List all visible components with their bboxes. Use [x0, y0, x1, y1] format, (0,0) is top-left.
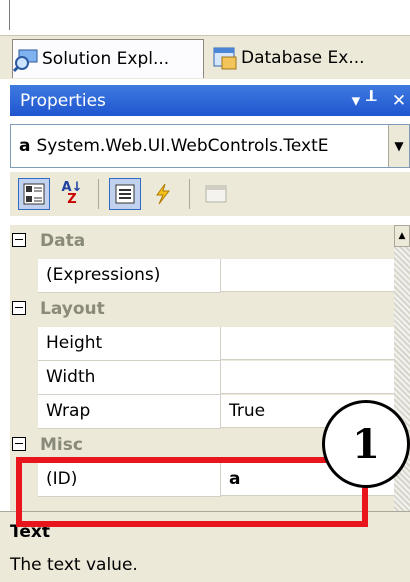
selected-object: a System.Web.UI.WebControls.TextE [11, 136, 388, 156]
sort-z-label: Z [67, 192, 77, 207]
property-value[interactable] [221, 361, 394, 394]
tab-database-explorer[interactable]: Database Ex... [212, 40, 408, 76]
chevron-down-icon[interactable]: ▼ [388, 125, 409, 167]
property-value[interactable] [221, 259, 394, 292]
property-row-width[interactable]: Width [10, 361, 394, 395]
pin-icon[interactable]: ▾ ┸ [340, 91, 388, 111]
annotation-highlight-box [16, 457, 368, 527]
collapse-icon[interactable] [12, 233, 26, 247]
events-icon[interactable] [147, 178, 179, 210]
categorized-icon[interactable] [18, 178, 50, 210]
properties-toolbar: A↓ Z [10, 172, 410, 216]
alphabetical-icon[interactable]: A↓ Z [56, 178, 88, 210]
top-strip [0, 0, 410, 35]
object-type: System.Web.UI.WebControls.TextE [36, 136, 329, 156]
object-name: a [19, 136, 31, 156]
property-name: Wrap [38, 395, 221, 429]
properties-title-bar[interactable]: Properties ▾ ┸ ✕ [10, 85, 410, 116]
toolbar-separator [98, 179, 99, 209]
tab-label: Database Ex... [241, 48, 365, 68]
category-label: Misc [40, 435, 83, 455]
collapse-icon[interactable] [12, 301, 26, 315]
object-selector-dropdown[interactable]: a System.Web.UI.WebControls.TextE ▼ [10, 124, 410, 168]
category-label: Layout [40, 299, 105, 319]
category-data[interactable]: Data [10, 225, 394, 259]
close-icon[interactable]: ✕ [388, 91, 410, 111]
divider [9, 0, 10, 30]
tab-solution-explorer[interactable]: Solution Expl... [12, 39, 204, 78]
property-row-height[interactable]: Height [10, 327, 394, 361]
property-pages-icon[interactable] [200, 178, 232, 210]
description-text: The text value. [10, 555, 138, 575]
tool-window-tabstrip: Solution Expl... Database Ex... [0, 35, 410, 79]
scroll-up-icon[interactable]: ▲ [394, 225, 410, 247]
collapse-icon[interactable] [12, 437, 26, 451]
property-name: (Expressions) [38, 259, 221, 293]
database-explorer-icon [212, 45, 238, 71]
properties-icon[interactable] [109, 178, 141, 210]
property-name: Width [38, 361, 221, 395]
annotation-callout: 1 [322, 400, 410, 488]
panel-title: Properties [20, 90, 106, 111]
toolbar-separator [189, 179, 190, 209]
callout-number: 1 [352, 420, 380, 468]
category-label: Data [40, 231, 86, 251]
tab-label: Solution Expl... [42, 49, 170, 69]
property-row-expressions[interactable]: (Expressions) [10, 259, 394, 293]
solution-explorer-icon [12, 46, 39, 73]
property-name: Height [38, 327, 221, 361]
property-value[interactable] [221, 327, 394, 360]
category-layout[interactable]: Layout [10, 293, 394, 327]
